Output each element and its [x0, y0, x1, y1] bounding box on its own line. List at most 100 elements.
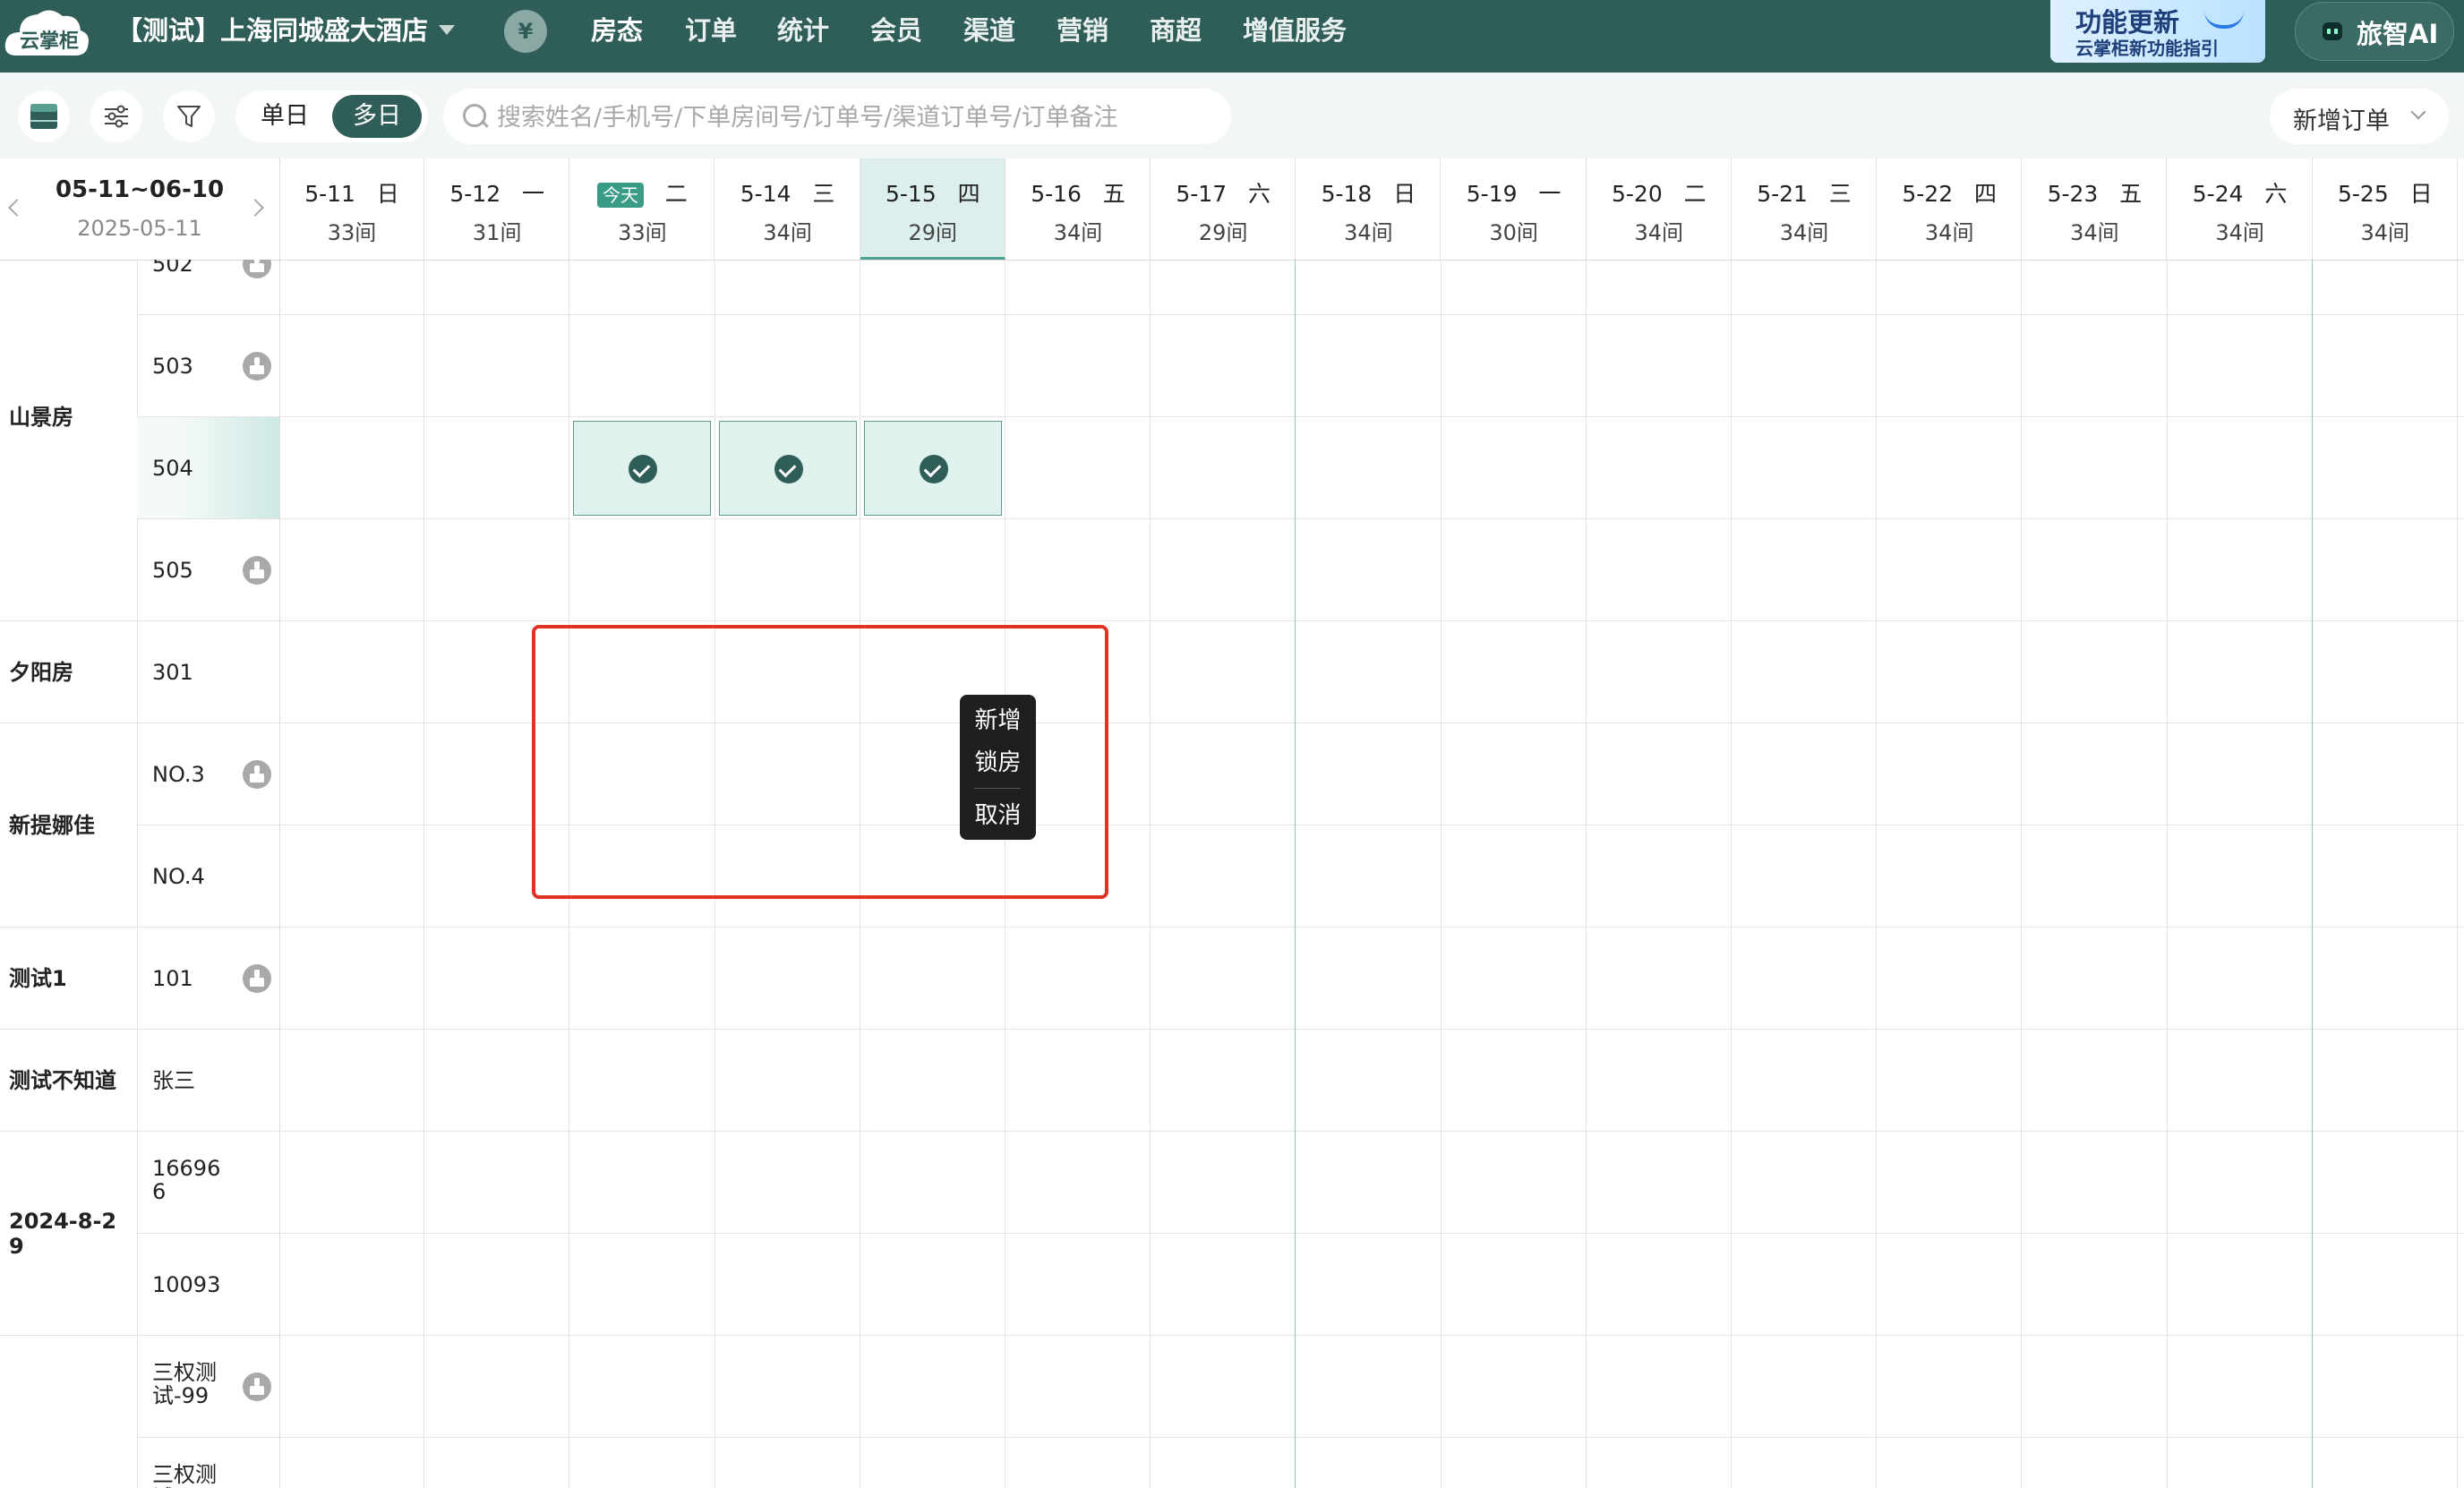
day-header[interactable]: 5-23 五 34间 [2022, 158, 2168, 260]
cleaning-brush-icon[interactable] [243, 1373, 271, 1401]
filter-button[interactable] [163, 90, 215, 142]
room-row[interactable]: 502 [137, 260, 279, 315]
layout-icon [30, 104, 57, 129]
grid-row-line [279, 1437, 2464, 1438]
grid-column-line [2167, 260, 2168, 1488]
grid-column-line [1876, 260, 1877, 1488]
grid-row-line [279, 1233, 2464, 1234]
day-weekday: 三 [812, 181, 835, 207]
menu-item-lock-room[interactable]: 锁房 [960, 744, 1036, 777]
room-row[interactable]: 张三 [137, 1030, 279, 1132]
day-date-text: 5-16 [1031, 181, 1082, 207]
day-header[interactable]: 5-22 四 34间 [1877, 158, 2023, 260]
day-header[interactable]: 5-25 日 34间 [2313, 158, 2458, 260]
feature-update-banner[interactable]: 功能更新 云掌柜新功能指引 [2050, 0, 2265, 63]
room-row[interactable]: 三权测试-1 [137, 1438, 279, 1488]
menu-item-add[interactable]: 新增 [960, 702, 1036, 735]
nav-store[interactable]: 商超 [1150, 13, 1202, 48]
room-row[interactable]: 504 [137, 417, 279, 519]
nav-channels[interactable]: 渠道 [963, 13, 1015, 48]
cloud-logo-icon[interactable]: 云掌柜 [4, 4, 91, 63]
nav-statistics[interactable]: 统计 [777, 13, 829, 48]
day-header[interactable]: 5-18 日 34间 [1296, 158, 1442, 260]
day-header[interactable]: 5-14 三 34间 [715, 158, 860, 260]
available-room-count: 30间 [1489, 220, 1538, 245]
cleaning-brush-icon[interactable] [243, 260, 271, 278]
check-circle-icon [629, 455, 657, 483]
nav-members[interactable]: 会员 [870, 13, 922, 48]
day-date: 5-14 三 [715, 176, 860, 209]
day-header[interactable]: 5-24 六 34间 [2168, 158, 2313, 260]
day-header[interactable]: 5-15 四 29间 [860, 158, 1005, 260]
room-row[interactable]: NO.4 [137, 825, 279, 928]
search-input[interactable] [495, 98, 1215, 137]
room-row[interactable]: 301 [137, 621, 279, 723]
filter-icon [177, 106, 201, 127]
new-order-dropdown[interactable]: 新增订单 [2270, 89, 2449, 144]
grid-row-line [279, 416, 2464, 417]
available-room-count: 33间 [618, 220, 667, 245]
day-header[interactable]: 今天 二 33间 [569, 158, 715, 260]
room-row[interactable]: 10093 [137, 1234, 279, 1336]
grid-column-line [1441, 260, 1442, 1488]
nav-room-status[interactable]: 房态 [591, 13, 643, 48]
room-row[interactable]: 三权测试-99 [137, 1336, 279, 1438]
grid-row-line [279, 1131, 2464, 1132]
available-room-count: 34间 [1634, 220, 1684, 245]
available-room-count: 29间 [908, 220, 958, 245]
context-menu: 新增 锁房 取消 [960, 695, 1036, 840]
ai-assistant-button[interactable]: 旅智AI [2295, 2, 2454, 61]
logo-text: 云掌柜 [20, 30, 80, 53]
selected-date-cell[interactable] [864, 421, 1002, 516]
date-range[interactable]: 05-11~06-10 [0, 176, 279, 203]
available-room-count: 34间 [1779, 220, 1829, 245]
cleaning-brush-icon[interactable] [243, 964, 271, 993]
day-header[interactable]: 5-17 六 29间 [1151, 158, 1296, 260]
room-row[interactable]: 505 [137, 519, 279, 621]
grid-row-line [279, 620, 2464, 621]
day-weekday: 一 [1538, 181, 1561, 207]
multi-day-tab[interactable]: 多日 [332, 95, 422, 138]
hotel-name[interactable]: 【测试】上海同城盛大酒店 [116, 13, 428, 48]
room-number: 301 [152, 660, 193, 685]
day-weekday: 二 [664, 181, 688, 207]
day-weekday: 五 [2119, 181, 2143, 207]
menu-item-cancel[interactable]: 取消 [960, 797, 1036, 830]
yen-icon[interactable]: ¥ [504, 10, 547, 53]
nav-orders[interactable]: 订单 [685, 13, 737, 48]
day-header[interactable]: 5-11 日 33间 [279, 158, 424, 260]
chevron-down-icon[interactable] [439, 25, 455, 35]
room-type-divider [0, 620, 137, 621]
day-weekday: 三 [1828, 181, 1852, 207]
cleaning-brush-icon[interactable] [243, 352, 271, 381]
room-type-label: 新提娜佳 [9, 813, 95, 838]
room-number: 503 [152, 354, 193, 379]
single-day-tab[interactable]: 单日 [243, 95, 327, 138]
settings-sliders-button[interactable] [90, 90, 142, 142]
day-header[interactable]: 5-21 三 34间 [1732, 158, 1877, 260]
nav-marketing[interactable]: 营销 [1057, 13, 1108, 48]
day-header[interactable]: 5-12 一 31间 [424, 158, 570, 260]
date-range-picker[interactable]: 05-11~06-10 2025-05-11 [0, 158, 280, 260]
day-header[interactable]: 5-16 五 34间 [1005, 158, 1151, 260]
cleaning-brush-icon[interactable] [243, 760, 271, 789]
room-row[interactable]: 166966 [137, 1132, 279, 1234]
nav-value-added[interactable]: 增值服务 [1243, 13, 1347, 48]
selected-date-cell[interactable] [719, 421, 857, 516]
ai-button-label: 旅智AI [2357, 19, 2439, 49]
layout-view-button[interactable] [18, 90, 70, 142]
day-weekday: 一 [521, 181, 544, 207]
room-row[interactable]: NO.3 [137, 723, 279, 825]
cleaning-brush-icon[interactable] [243, 556, 271, 585]
selected-date-cell[interactable] [573, 421, 711, 516]
room-row[interactable]: 101 [137, 928, 279, 1030]
day-date-text: 5-22 [1902, 181, 1954, 207]
room-number: 三权测试-1 [152, 1462, 217, 1488]
room-row[interactable]: 503 [137, 315, 279, 417]
day-header[interactable]: 5-20 二 34间 [1587, 158, 1732, 260]
grid-column-line [1295, 260, 1296, 1488]
day-header[interactable]: 5-19 一 30间 [1442, 158, 1587, 260]
day-date-text: 5-17 [1176, 181, 1228, 207]
search-box [443, 89, 1231, 144]
day-weekday: 四 [1973, 181, 1997, 207]
